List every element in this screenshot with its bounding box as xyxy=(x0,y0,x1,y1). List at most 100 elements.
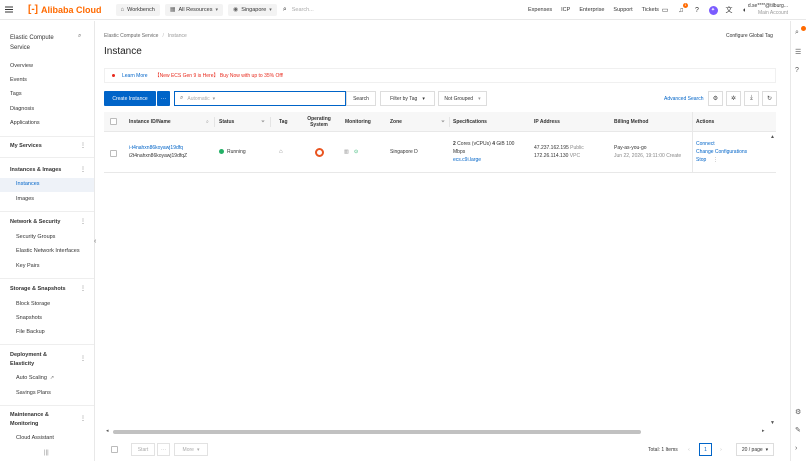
learn-more-link[interactable]: Learn More xyxy=(122,73,148,79)
search-icon[interactable]: ⌕ xyxy=(206,119,209,125)
sidebar-item-overview[interactable]: Overview xyxy=(10,63,33,69)
promo-link[interactable]: 【New ECS Gen 9 is Here】 Buy Now with up … xyxy=(155,72,284,79)
filter-by-tag-dropdown[interactable]: Filter by Tag ▾ xyxy=(380,91,435,106)
stop-link[interactable]: Stop xyxy=(696,156,706,164)
filter-icon[interactable]: ⏷ xyxy=(441,119,445,125)
page-number[interactable]: 1 xyxy=(699,443,712,456)
sidebar-item-security-groups[interactable]: Security Groups xyxy=(16,234,55,240)
sidebar-item-tags[interactable]: Tags xyxy=(10,91,22,97)
search-icon[interactable]: ⌕ xyxy=(78,33,81,40)
monitoring-chart-icon[interactable]: ▥ xyxy=(344,148,349,156)
sidebar-item-snapshots[interactable]: Snapshots xyxy=(16,315,42,321)
more-icon[interactable]: ⋮ xyxy=(80,415,86,422)
instance-name: i2t4nahxn86koyawj19dfqZ xyxy=(129,153,188,159)
sidebar-item-instances[interactable]: Instances xyxy=(16,181,40,187)
sidebar-toggle-icon[interactable]: ||| xyxy=(44,450,49,456)
scroll-right-icon[interactable]: ▸ xyxy=(762,428,765,434)
change-configurations-link[interactable]: Change Configurations xyxy=(696,148,747,156)
search-button[interactable]: Search xyxy=(346,91,376,106)
scroll-up-icon[interactable]: ▲ xyxy=(770,134,775,140)
grid-icon: ▦ xyxy=(169,7,176,13)
sidebar-group-my-services[interactable]: My Services xyxy=(10,142,42,151)
filter-icon[interactable]: ⏷ xyxy=(261,119,265,125)
help-icon[interactable]: ? xyxy=(691,4,703,16)
sidebar-item-key-pairs[interactable]: Key Pairs xyxy=(16,263,40,269)
footer-select-all-checkbox[interactable] xyxy=(111,446,118,453)
global-search[interactable]: ⌕ Search... xyxy=(283,4,523,16)
refresh-icon[interactable]: ↻ xyxy=(762,91,777,106)
user-account[interactable]: d.se****@tilburg... Main Account xyxy=(742,3,788,17)
workbench-button[interactable]: ⌂ Workbench xyxy=(115,3,160,16)
hamburger-menu-icon[interactable] xyxy=(0,0,18,20)
collapse-sidebar-icon[interactable]: ‹ xyxy=(94,238,96,245)
terminal-icon[interactable]: ▭ xyxy=(659,4,671,16)
create-instance-button[interactable]: Create Instance xyxy=(104,91,156,106)
page-size-dropdown[interactable]: 20 / page ▾ xyxy=(736,443,774,456)
instance-search-input[interactable]: ⌕ Automatic ▾ xyxy=(174,91,346,106)
instance-type-link[interactable]: ecs.c9i.large xyxy=(453,157,481,163)
enterprise-link[interactable]: Enterprise xyxy=(579,7,604,13)
instance-id-link[interactable]: i-t4nahxn86koyawj19dfq xyxy=(129,144,183,152)
sidebar-group-network-security[interactable]: Network & Security xyxy=(10,218,60,227)
grouping-dropdown[interactable]: Not Grouped ▾ xyxy=(438,91,487,106)
sidebar-item-cloud-assistant[interactable]: Cloud Assistant xyxy=(16,435,54,441)
language-icon[interactable]: 文 xyxy=(723,4,735,16)
sidebar: Elastic Compute Service ⌕ Overview Event… xyxy=(0,21,95,461)
prev-page-icon[interactable]: ‹ xyxy=(684,443,694,456)
download-icon[interactable]: ⤓ xyxy=(744,91,759,106)
footer-more-button[interactable]: ··· xyxy=(157,443,170,456)
sidebar-item-applications[interactable]: Applications xyxy=(10,120,40,126)
start-button[interactable]: Start xyxy=(131,443,155,456)
search-icon[interactable]: ⌕ xyxy=(795,29,799,37)
sidebar-item-auto-scaling[interactable]: Auto Scaling ↗ xyxy=(16,375,54,381)
breadcrumb-ecs[interactable]: Elastic Compute Service xyxy=(104,33,158,39)
bell-icon[interactable]: ♫ 1 xyxy=(675,3,688,16)
settings-icon[interactable]: ⚙ xyxy=(795,408,801,416)
alibaba-cloud-logo[interactable]: [-] Alibaba Cloud xyxy=(28,4,102,15)
sidebar-group-maintenance[interactable]: Maintenance & Monitoring xyxy=(10,411,70,429)
more-icon[interactable]: ⋮ xyxy=(80,166,86,173)
sidebar-item-elastic-network-interfaces[interactable]: Elastic Network Interfaces xyxy=(16,248,80,254)
advanced-search-link[interactable]: Advanced Search xyxy=(664,96,703,102)
sidebar-item-images[interactable]: Images xyxy=(16,196,34,202)
select-all-checkbox[interactable] xyxy=(110,118,117,125)
list-icon[interactable]: ☰ xyxy=(795,48,801,56)
sidebar-item-events[interactable]: Events xyxy=(10,77,27,83)
column-ip-address: IP Address xyxy=(534,119,560,125)
gear-icon[interactable]: ✲ xyxy=(726,91,741,106)
sidebar-group-storage[interactable]: Storage & Snapshots xyxy=(10,285,66,294)
more-dropdown[interactable]: More ▾ xyxy=(174,443,208,456)
ai-assistant-icon[interactable]: ✦ xyxy=(707,4,719,16)
more-icon[interactable]: ⋮ xyxy=(80,285,86,292)
scroll-down-icon[interactable]: ▼ xyxy=(770,420,775,426)
scroll-left-icon[interactable]: ◂ xyxy=(106,428,109,434)
configure-global-tag-link[interactable]: Configure Global Tag xyxy=(726,33,773,39)
more-actions-button[interactable]: ··· xyxy=(157,91,170,106)
more-icon[interactable]: ⋮ xyxy=(80,142,86,149)
row-checkbox[interactable] xyxy=(110,150,117,157)
sidebar-group-deployment[interactable]: Deployment & Elasticity xyxy=(10,351,70,369)
next-page-icon[interactable]: › xyxy=(716,443,726,456)
global-search-input[interactable]: Search... xyxy=(292,7,314,13)
sidebar-group-instances-images[interactable]: Instances & Images xyxy=(10,166,61,175)
all-resources-dropdown[interactable]: ▦ All Resources ▾ xyxy=(164,3,223,16)
tag-icon[interactable]: ⌂ xyxy=(279,148,283,156)
expenses-link[interactable]: Expenses xyxy=(528,7,552,13)
sidebar-item-diagnosis[interactable]: Diagnosis xyxy=(10,106,34,112)
support-link[interactable]: Support xyxy=(613,7,632,13)
help-icon[interactable]: ? xyxy=(795,67,799,74)
edit-icon[interactable]: ✎ xyxy=(795,426,801,434)
sidebar-item-block-storage[interactable]: Block Storage xyxy=(16,301,50,307)
more-icon[interactable]: ⋮ xyxy=(713,156,718,164)
more-icon[interactable]: ⋮ xyxy=(80,218,86,225)
icp-link[interactable]: ICP xyxy=(561,7,570,13)
expand-icon[interactable]: › xyxy=(795,445,797,452)
tickets-link[interactable]: Tickets xyxy=(642,7,659,13)
sidebar-item-file-backup[interactable]: File Backup xyxy=(16,329,45,335)
horizontal-scrollbar[interactable] xyxy=(113,430,641,434)
settings-icon[interactable]: ⚙ xyxy=(708,91,723,106)
region-selector[interactable]: ◉ Singapore ▾ xyxy=(227,3,277,16)
more-icon[interactable]: ⋮ xyxy=(80,355,86,362)
sidebar-item-savings-plans[interactable]: Savings Plans xyxy=(16,390,51,396)
connect-link[interactable]: Connect xyxy=(696,140,715,148)
